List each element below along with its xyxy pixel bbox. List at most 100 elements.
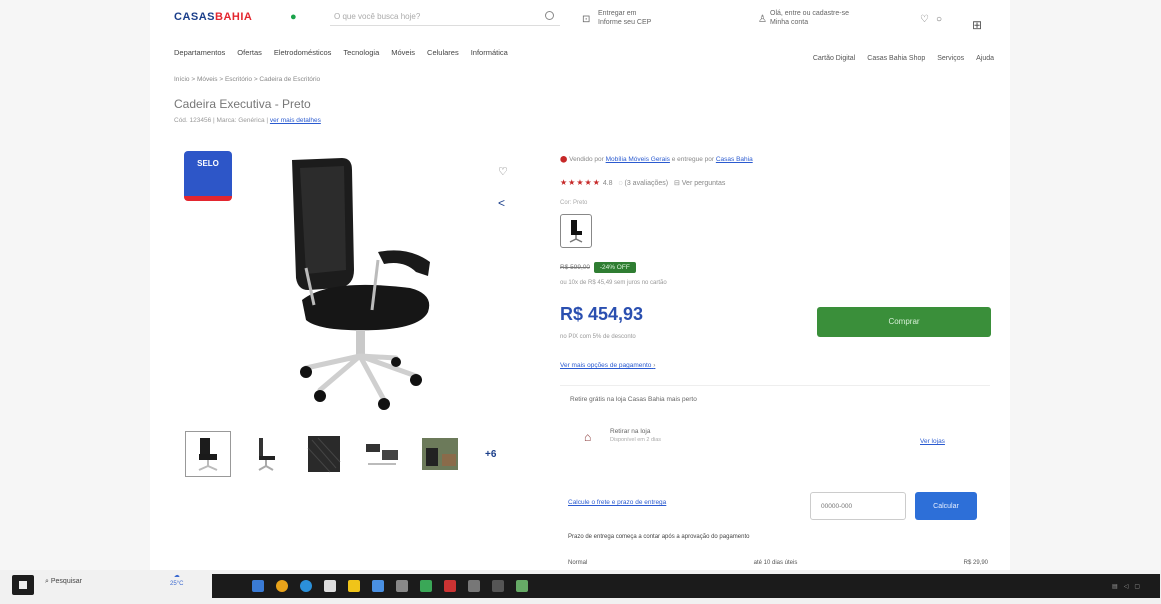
bell-icon[interactable]: ○: [936, 14, 942, 25]
thumbnail-4[interactable]: [359, 431, 405, 477]
rating-line: ★★★★★ 4.8 ◌ (3 avaliações) ⊟ Ver pergunt…: [560, 178, 725, 187]
payment-options-link[interactable]: Ver mais opções de pagamento ›: [560, 362, 655, 369]
notification-icon[interactable]: ▢: [1134, 583, 1140, 590]
rating-value: 4.8: [602, 180, 613, 187]
thumbnail-2[interactable]: [243, 431, 289, 477]
app-icon-explorer[interactable]: [348, 580, 360, 592]
color-variant-black[interactable]: [560, 214, 592, 248]
app-icon-7[interactable]: [396, 580, 408, 592]
nav-item-phones[interactable]: Celulares: [427, 48, 459, 57]
app-icon-edge[interactable]: [300, 580, 312, 592]
app-icon-9[interactable]: [444, 580, 456, 592]
breadcrumb[interactable]: Início > Móveis > Escritório > Cadeira d…: [174, 76, 320, 83]
share-icon[interactable]: <: [498, 196, 505, 210]
comment-icon: ◌: [618, 180, 623, 187]
browser-page: CASASBAHIA ● O que você busca hoje? ⊡ En…: [150, 0, 1010, 572]
old-price: R$ 599,00: [560, 264, 590, 271]
nav-link-card[interactable]: Cartão Digital: [813, 55, 855, 62]
product-subtitle: Cód. 123456 | Marca: Genérica | ver mais…: [174, 117, 321, 124]
mesh-detail-thumb-icon: [307, 436, 341, 473]
taskbar-search[interactable]: ⌕ Pesquisar: [45, 578, 82, 586]
product-code: Cód. 123456 | Marca: Genérica |: [174, 117, 269, 124]
cart-icon[interactable]: ⊞: [972, 18, 982, 32]
buy-button[interactable]: Comprar: [817, 307, 991, 337]
discount-badge: -24% OFF: [593, 262, 636, 273]
chair-illustration: [292, 158, 430, 410]
promo-seal-badge: SELO: [184, 151, 232, 201]
nav-item-furniture[interactable]: Móveis: [391, 48, 415, 57]
app-icon-store[interactable]: [324, 580, 336, 592]
nav-link-help[interactable]: Ajuda: [976, 55, 994, 62]
shipping-cost: R$ 29,90: [963, 560, 988, 566]
search-icon[interactable]: [545, 11, 554, 20]
room-scene-thumb-icon: [422, 438, 458, 470]
location-pin-icon[interactable]: ●: [290, 11, 297, 23]
delivery-info[interactable]: Entregar em Informe seu CEP: [598, 9, 651, 27]
calculate-shipping-button[interactable]: Calcular: [915, 492, 977, 520]
app-icon-10[interactable]: [468, 580, 480, 592]
nav-item-offers[interactable]: Ofertas: [237, 48, 262, 57]
thumbnail-1[interactable]: [185, 431, 231, 477]
app-icon-8[interactable]: [420, 580, 432, 592]
taskbar-apps: ▤ ◁ ▢: [212, 574, 1160, 598]
delivery-value: Informe seu CEP: [598, 19, 652, 26]
rating-count-link[interactable]: (3 avaliações): [625, 180, 669, 187]
screen: CASASBAHIA ● O que você busca hoje? ⊡ En…: [0, 0, 1161, 604]
main-nav: Departamentos Ofertas Eletrodomésticos T…: [174, 48, 508, 57]
truck-icon: ⊡: [582, 14, 591, 25]
nav-item-technology[interactable]: Tecnologia: [343, 48, 379, 57]
account-info[interactable]: Olá, entre ou cadastre-se Minha conta: [770, 9, 849, 27]
question-icon: ⊟: [673, 180, 680, 187]
view-stores-link[interactable]: Ver lojas: [920, 438, 945, 445]
nav-link-services[interactable]: Serviços: [937, 55, 964, 62]
pickup-title: Retire grátis na loja Casas Bahia mais p…: [570, 396, 697, 403]
system-tray: ▤ ◁ ▢: [1112, 574, 1140, 598]
network-icon[interactable]: ▤: [1112, 583, 1118, 590]
taskbar-search-label: Pesquisar: [50, 578, 83, 585]
account-title: Olá, entre ou cadastre-se: [770, 10, 849, 17]
app-icon-12[interactable]: [516, 580, 528, 592]
nav-item-departments[interactable]: Departamentos: [174, 48, 225, 57]
cloud-icon: ☁: [173, 573, 180, 579]
favorite-heart-icon[interactable]: ♡: [498, 165, 508, 178]
account-value: Minha conta: [770, 19, 809, 26]
delivery-seller-link[interactable]: Casas Bahia: [716, 156, 753, 163]
start-button[interactable]: [12, 575, 34, 595]
search-input[interactable]: O que você busca hoje?: [330, 8, 560, 26]
logo-text-1: CASAS: [174, 11, 216, 23]
nav-item-appliances[interactable]: Eletrodomésticos: [274, 48, 332, 57]
main-product-image[interactable]: [280, 150, 440, 410]
store-availability: Disponível em 2 dias: [610, 437, 662, 443]
color-label: Cor: Preto: [560, 200, 588, 206]
rating-stars-icon[interactable]: ★★★★★: [560, 178, 601, 187]
details-link[interactable]: ver mais detalhes: [270, 117, 321, 124]
seller-name-link[interactable]: Mobília Móveis Gerais: [606, 156, 670, 163]
variant-chair-icon: [569, 220, 583, 243]
installment-info: ou 10x de R$ 45,49 sem juros no cartão: [560, 280, 667, 286]
user-icon: ♙: [758, 14, 767, 25]
store-logo[interactable]: CASASBAHIA: [174, 11, 252, 23]
nav-item-computers[interactable]: Informática: [471, 48, 508, 57]
questions-link[interactable]: Ver perguntas: [682, 180, 726, 187]
more-thumbnails-button[interactable]: +6: [475, 449, 496, 460]
weather-temp: 25°C: [170, 581, 184, 587]
seller-middle: e entregue por: [671, 156, 715, 163]
secondary-nav: Cartão Digital Casas Bahia Shop Serviços…: [813, 55, 994, 62]
weather-widget[interactable]: ☁ 25°C: [170, 572, 183, 588]
thumbnail-5[interactable]: [417, 431, 463, 477]
search-icon-taskbar: ⌕: [45, 578, 49, 585]
app-icon-mail[interactable]: [372, 580, 384, 592]
pickup-section: Retire grátis na loja Casas Bahia mais p…: [560, 385, 990, 477]
seller-shield-icon: ⬤: [560, 156, 568, 163]
heart-header-icon[interactable]: ♡: [920, 14, 929, 25]
cep-input[interactable]: [810, 492, 906, 520]
shipping-calc-label[interactable]: Calcule o frete e prazo de entrega: [568, 499, 666, 506]
nav-link-shop[interactable]: Casas Bahia Shop: [867, 55, 925, 62]
app-icon-1[interactable]: [252, 580, 264, 592]
app-icon-chrome[interactable]: [276, 580, 288, 592]
parts-thumb-icon: [366, 444, 398, 465]
volume-icon[interactable]: ◁: [1124, 583, 1129, 590]
thumbnail-3[interactable]: [301, 431, 347, 477]
app-icon-11[interactable]: [492, 580, 504, 592]
store-name: Retirar na loja: [610, 428, 651, 435]
